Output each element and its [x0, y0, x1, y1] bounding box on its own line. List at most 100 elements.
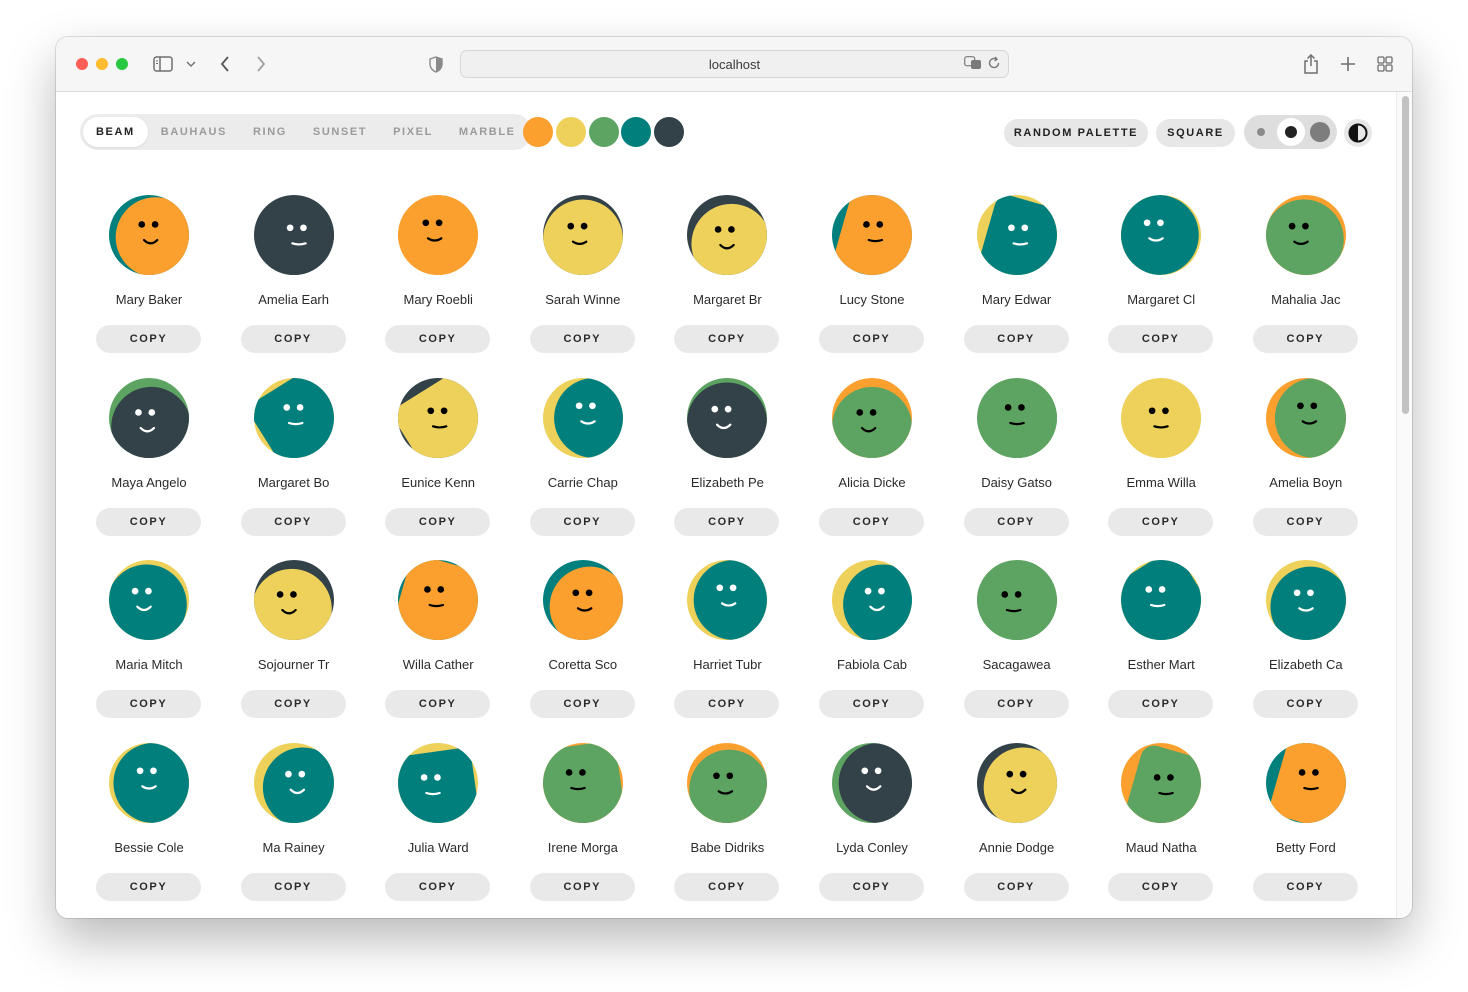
avatar-image — [542, 195, 623, 275]
avatar-card: Lyda Conley COPY — [817, 742, 927, 913]
reload-icon[interactable] — [987, 56, 1001, 73]
avatar-card: Lucy Stone COPY — [817, 195, 927, 365]
url-text: localhost — [708, 56, 761, 72]
copy-button[interactable]: COPY — [819, 872, 924, 901]
forward-icon[interactable] — [252, 53, 270, 75]
copy-button[interactable]: COPY — [674, 325, 780, 353]
copy-button[interactable]: COPY — [385, 690, 491, 718]
copy-button[interactable]: COPY — [819, 690, 924, 718]
copy-button[interactable]: COPY — [674, 872, 780, 901]
avatar-card: Margaret Bo COPY — [239, 377, 349, 548]
tab-ring[interactable]: RING — [240, 117, 300, 147]
close-window-button[interactable] — [76, 58, 88, 70]
copy-button[interactable]: COPY — [1252, 507, 1358, 536]
tab-marble[interactable]: MARBLE — [446, 117, 529, 147]
avatar-card: Sacagawea COPY — [962, 560, 1072, 730]
tab-sunset[interactable]: SUNSET — [300, 117, 380, 147]
size-small-button[interactable] — [1247, 118, 1275, 146]
copy-button[interactable]: COPY — [96, 690, 201, 718]
new-tab-icon[interactable] — [1338, 53, 1358, 75]
zoom-window-button[interactable] — [116, 58, 128, 70]
avatar-card: Maud Natha COPY — [1106, 742, 1216, 913]
copy-button[interactable]: COPY — [963, 690, 1069, 718]
random-palette-button[interactable]: RANDOM PALETTE — [1004, 119, 1148, 147]
tab-overview-icon[interactable] — [1375, 53, 1395, 75]
tab-bauhaus[interactable]: BAUHAUS — [148, 117, 240, 147]
copy-button[interactable]: COPY — [529, 690, 635, 718]
palette-color-2[interactable] — [556, 117, 586, 147]
copy-button[interactable]: COPY — [819, 507, 924, 536]
chevron-down-icon[interactable] — [184, 53, 198, 75]
avatar-name: Carrie Chap — [547, 474, 618, 490]
copy-button[interactable]: COPY — [963, 872, 1069, 901]
page-scrollbar[interactable] — [1396, 92, 1412, 918]
translate-icon[interactable] — [964, 56, 982, 73]
avatar-card: Coretta Sco COPY — [528, 560, 638, 730]
copy-button[interactable]: COPY — [529, 325, 635, 353]
copy-button[interactable]: COPY — [674, 507, 780, 536]
copy-button[interactable]: COPY — [385, 325, 491, 353]
size-large-button[interactable] — [1306, 118, 1334, 146]
sidebar-toggle-icon[interactable] — [152, 53, 174, 75]
privacy-shield-icon[interactable] — [427, 53, 445, 75]
copy-button[interactable]: COPY — [96, 325, 201, 353]
avatar-image — [976, 742, 1057, 823]
copy-button[interactable]: COPY — [963, 507, 1069, 536]
scrollbar-thumb[interactable] — [1402, 96, 1409, 414]
copy-button[interactable]: COPY — [819, 325, 924, 353]
avatar-image — [109, 377, 189, 458]
avatar-card: Ma Rainey COPY — [239, 742, 349, 913]
square-button[interactable]: SQUARE — [1156, 119, 1235, 147]
copy-button[interactable]: COPY — [96, 872, 201, 901]
size-medium-button[interactable] — [1277, 118, 1305, 146]
copy-button[interactable]: COPY — [529, 507, 635, 536]
copy-button[interactable]: COPY — [529, 872, 635, 901]
avatar-name: Ma Rainey — [262, 839, 325, 855]
avatar-image — [832, 195, 912, 275]
theme-toggle-icon[interactable] — [1344, 119, 1372, 147]
address-bar[interactable]: localhost — [460, 50, 1009, 78]
palette-color-4[interactable] — [621, 117, 651, 147]
avatar-name: Emma Willa — [1126, 474, 1196, 490]
avatar-card: Julia Ward COPY — [383, 742, 493, 913]
avatar-name: Sarah Winne — [545, 292, 621, 307]
copy-button[interactable]: COPY — [1108, 507, 1214, 536]
copy-button[interactable]: COPY — [1252, 325, 1358, 353]
avatar-card: Alicia Dicke COPY — [817, 377, 927, 548]
avatar-name: Amelia Earh — [258, 292, 329, 307]
copy-button[interactable]: COPY — [1252, 690, 1358, 718]
copy-button[interactable]: COPY — [240, 872, 346, 901]
avatar-card: Maya Angelo COPY — [94, 377, 204, 548]
avatar-image — [1265, 377, 1346, 458]
copy-button[interactable]: COPY — [240, 325, 346, 353]
copy-button[interactable]: COPY — [1108, 872, 1214, 901]
back-icon[interactable] — [216, 53, 234, 75]
avatar-name: Mary Edwar — [981, 292, 1052, 307]
avatar-card: Mahalia Jac COPY — [1251, 195, 1361, 365]
share-icon[interactable] — [1301, 53, 1321, 75]
copy-button[interactable]: COPY — [674, 690, 780, 718]
avatar-name: Harriet Tubr — [693, 657, 762, 672]
avatar-image — [398, 560, 479, 640]
copy-button[interactable]: COPY — [385, 507, 491, 536]
avatar-card: Amelia Earh COPY — [239, 195, 349, 365]
avatar-card: Eunice Kenn COPY — [383, 377, 493, 548]
palette-color-1[interactable] — [523, 117, 553, 147]
copy-button[interactable]: COPY — [1108, 690, 1214, 718]
tab-pixel[interactable]: PIXEL — [380, 117, 446, 147]
palette-color-5[interactable] — [654, 117, 684, 147]
avatar-card: Elizabeth Ca COPY — [1251, 560, 1361, 730]
minimize-window-button[interactable] — [96, 58, 108, 70]
palette-color-3[interactable] — [589, 117, 619, 147]
copy-button[interactable]: COPY — [96, 507, 201, 536]
copy-button[interactable]: COPY — [1108, 325, 1214, 353]
tab-beam[interactable]: BEAM — [83, 117, 148, 147]
avatar-name: Elizabeth Pe — [690, 474, 764, 490]
avatar-name: Maria Mitch — [115, 657, 183, 672]
copy-button[interactable]: COPY — [1252, 872, 1358, 901]
variant-tabs: BEAM BAUHAUS RING SUNSET PIXEL MARBLE — [80, 114, 532, 150]
copy-button[interactable]: COPY — [385, 872, 491, 901]
copy-button[interactable]: COPY — [240, 690, 346, 718]
copy-button[interactable]: COPY — [963, 325, 1069, 353]
copy-button[interactable]: COPY — [240, 507, 346, 536]
